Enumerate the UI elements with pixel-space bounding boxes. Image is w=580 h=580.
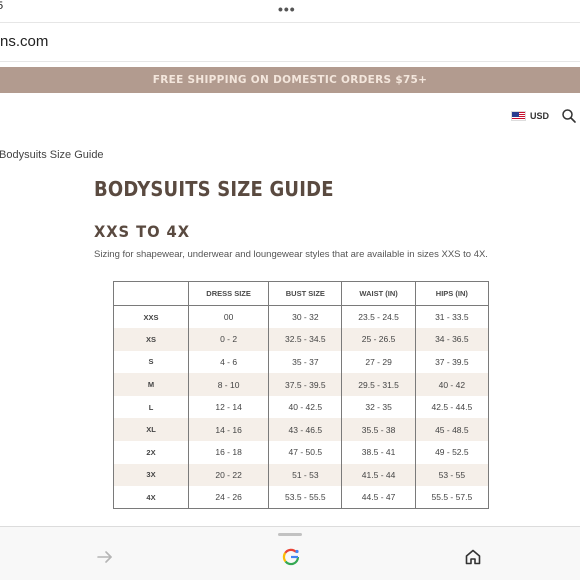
cell-bust: 37.5 - 39.5 — [268, 373, 342, 396]
cell-hips: 49 - 52.5 — [414, 441, 489, 464]
header-dress-size: DRESS SIZE — [187, 281, 269, 306]
cell-bust: 43 - 46.5 — [268, 418, 342, 442]
cell-size: 3X — [113, 463, 189, 487]
cell-waist: 29.5 - 31.5 — [341, 373, 416, 396]
header-hips: HIPS (IN) — [414, 281, 489, 306]
arrow-right-icon[interactable] — [96, 549, 114, 565]
table-row: XXS 00 30 - 32 23.5 - 24.5 31 - 33.5 — [113, 305, 489, 329]
google-g-icon[interactable] — [281, 547, 301, 567]
table-row: S 4 - 6 35 - 37 27 - 29 37 - 39.5 — [113, 350, 489, 374]
section-description: Sizing for shapewear, underwear and loun… — [94, 249, 488, 260]
cell-dress-size: 14 - 16 — [187, 418, 269, 442]
cell-bust: 51 - 53 — [268, 463, 342, 487]
table-header-row: DRESS SIZE BUST SIZE WAIST (IN) HIPS (IN… — [113, 281, 489, 306]
cell-bust: 53.5 - 55.5 — [268, 486, 342, 509]
cell-hips: 37 - 39.5 — [414, 350, 489, 374]
cell-dress-size: 4 - 6 — [187, 350, 269, 374]
promo-text: FREE SHIPPING ON DOMESTIC ORDERS $75+ — [152, 74, 428, 86]
cell-hips: 34 - 36.5 — [414, 328, 489, 351]
cell-waist: 35.5 - 38 — [341, 418, 416, 442]
cell-dress-size: 20 - 22 — [187, 463, 269, 487]
table-row: XS 0 - 2 32.5 - 34.5 25 - 26.5 34 - 36.5 — [113, 328, 489, 351]
cell-size: 2X — [113, 441, 189, 464]
currency-label: USD — [530, 111, 550, 121]
cell-size: XS — [113, 328, 189, 351]
header-size — [113, 281, 189, 306]
search-icon[interactable] — [561, 108, 577, 124]
cell-hips: 55.5 - 57.5 — [414, 486, 489, 509]
cell-bust: 30 - 32 — [268, 305, 342, 329]
currency-selector[interactable]: USD — [511, 108, 549, 124]
size-table: DRESS SIZE BUST SIZE WAIST (IN) HIPS (IN… — [113, 281, 489, 510]
cell-hips: 53 - 55 — [414, 463, 489, 487]
cell-hips: 31 - 33.5 — [414, 305, 489, 329]
promo-banner[interactable]: FREE SHIPPING ON DOMESTIC ORDERS $75+ — [0, 67, 580, 93]
us-flag-icon — [511, 111, 526, 121]
cell-waist: 23.5 - 24.5 — [341, 305, 416, 329]
table-row: L 12 - 14 40 - 42.5 32 - 35 42.5 - 44.5 — [113, 395, 489, 419]
cell-dress-size: 16 - 18 — [187, 441, 269, 464]
home-icon[interactable] — [464, 548, 482, 566]
section-title: XXS TO 4X — [94, 222, 190, 241]
breadcrumb[interactable]: Bodysuits Size Guide — [0, 149, 104, 161]
address-bar[interactable]: ns.com — [0, 22, 580, 62]
bottom-toolbar — [0, 526, 580, 580]
header-waist: WAIST (IN) — [341, 281, 416, 306]
more-dots-icon[interactable]: ••• — [278, 1, 296, 17]
cell-waist: 27 - 29 — [341, 350, 416, 374]
cell-waist: 41.5 - 44 — [341, 463, 416, 487]
url-text[interactable]: ns.com — [0, 33, 48, 50]
cell-dress-size: 0 - 2 — [187, 328, 269, 351]
header-bust-size: BUST SIZE — [268, 281, 342, 306]
cell-waist: 32 - 35 — [341, 395, 416, 419]
table-row: 3X 20 - 22 51 - 53 41.5 - 44 53 - 55 — [113, 463, 489, 487]
status-time-fragment: 5 — [0, 0, 4, 12]
cell-waist: 25 - 26.5 — [341, 328, 416, 351]
cell-bust: 35 - 37 — [268, 350, 342, 374]
cell-hips: 40 - 42 — [414, 373, 489, 396]
cell-size: 4X — [113, 486, 189, 509]
status-bar: 5 ••• — [0, 0, 580, 20]
cell-bust: 32.5 - 34.5 — [268, 328, 342, 351]
drag-handle[interactable] — [278, 533, 302, 536]
table-row: 4X 24 - 26 53.5 - 55.5 44.5 - 47 55.5 - … — [113, 486, 489, 509]
cell-size: S — [113, 350, 189, 374]
cell-bust: 47 - 50.5 — [268, 441, 342, 464]
cell-dress-size: 00 — [187, 305, 269, 329]
table-row: XL 14 - 16 43 - 46.5 35.5 - 38 45 - 48.5 — [113, 418, 489, 442]
cell-waist: 38.5 - 41 — [341, 441, 416, 464]
cell-hips: 42.5 - 44.5 — [414, 395, 489, 419]
table-row: 2X 16 - 18 47 - 50.5 38.5 - 41 49 - 52.5 — [113, 441, 489, 464]
cell-size: XXS — [113, 305, 189, 329]
cell-size: L — [113, 395, 189, 419]
cell-bust: 40 - 42.5 — [268, 395, 342, 419]
table-row: M 8 - 10 37.5 - 39.5 29.5 - 31.5 40 - 42 — [113, 373, 489, 396]
cell-size: XL — [113, 418, 189, 442]
cell-size: M — [113, 373, 189, 396]
page-title: BODYSUITS SIZE GUIDE — [94, 177, 334, 201]
cell-dress-size: 12 - 14 — [187, 395, 269, 419]
cell-hips: 45 - 48.5 — [414, 418, 489, 442]
cell-dress-size: 8 - 10 — [187, 373, 269, 396]
cell-waist: 44.5 - 47 — [341, 486, 416, 509]
cell-dress-size: 24 - 26 — [187, 486, 269, 509]
